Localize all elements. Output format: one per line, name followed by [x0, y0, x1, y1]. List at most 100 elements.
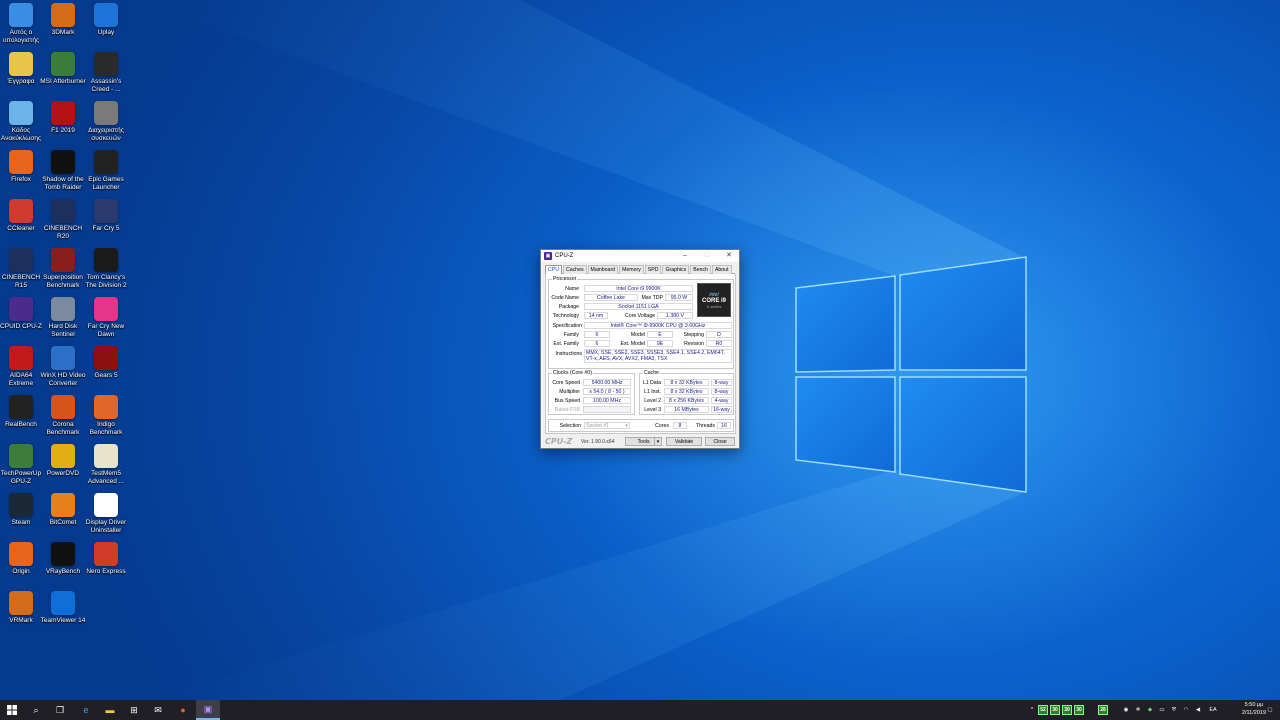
- desktop-icon-label: Hard Disk Sentinel: [48, 323, 78, 338]
- taskbar-mail[interactable]: ✉: [146, 700, 170, 720]
- tray-battery-icon[interactable]: ▭: [1158, 705, 1166, 715]
- desktop-icon[interactable]: Αυτός ο υπολογιστής: [0, 3, 44, 51]
- socket-select[interactable]: Socket #1 ▾: [584, 422, 630, 429]
- tray-sensor-value[interactable]: 30: [1074, 705, 1084, 715]
- taskbar-cpuz[interactable]: ▣: [196, 700, 220, 720]
- desktop-icon[interactable]: Assassin's Creed - ...: [83, 52, 129, 100]
- tray-sensor-value[interactable]: 28: [1098, 705, 1108, 715]
- desktop-icon[interactable]: Indigo Benchmark: [83, 395, 129, 443]
- desktop-icon[interactable]: WinX HD Video Converter: [40, 346, 86, 394]
- tab-cpu[interactable]: CPU: [545, 265, 562, 274]
- hard-disk-sentinel-icon: [51, 297, 75, 321]
- store-icon: ⊞: [130, 704, 138, 715]
- tray-nvidia-icon[interactable]: ◆: [1146, 705, 1154, 715]
- desktop-icon[interactable]: Epic Games Launcher: [83, 150, 129, 198]
- tray-sensor-value[interactable]: 30: [1062, 705, 1072, 715]
- tab-caches[interactable]: Caches: [562, 265, 587, 274]
- tab-about[interactable]: About: [711, 265, 732, 274]
- desktop-icon[interactable]: PowerDVD: [40, 444, 86, 492]
- desktop-icon[interactable]: Uplay: [83, 3, 129, 51]
- tray-sensor-value[interactable]: 30: [1050, 705, 1060, 715]
- desktop-icon[interactable]: Shadow of the Tomb Raider: [40, 150, 86, 198]
- taskbar-firefox[interactable]: ●: [171, 700, 195, 720]
- desktop-icon[interactable]: CPUID CPU-Z: [0, 297, 44, 345]
- desktop-icon[interactable]: Hard Disk Sentinel: [40, 297, 86, 345]
- maxtdp-value: 95.0 W: [665, 294, 693, 301]
- desktop-icon[interactable]: Έγγραφα: [0, 52, 44, 100]
- maximize-button[interactable]: □: [696, 250, 718, 262]
- desktop-icon[interactable]: Superposition Benchmark: [40, 248, 86, 296]
- tools-button[interactable]: Tools ▾: [625, 437, 662, 446]
- desktop-icon-label: VRayBench: [45, 568, 81, 575]
- desktop-icon[interactable]: Display Driver Uninstaller: [83, 493, 129, 541]
- minimize-button[interactable]: –: [674, 250, 696, 262]
- desktop-icon-label: Shadow of the Tomb Raider: [42, 176, 84, 191]
- taskbar-edge[interactable]: e: [74, 700, 98, 720]
- tray-sensor-value[interactable]: 52: [1038, 705, 1048, 715]
- desktop-icon[interactable]: F1 2019: [40, 101, 86, 149]
- start-button[interactable]: [0, 700, 24, 720]
- desktop-icon[interactable]: VRayBench: [40, 542, 86, 590]
- desktop-icon[interactable]: Origin: [0, 542, 44, 590]
- desktop-icon[interactable]: Far Cry New Dawn: [83, 297, 129, 345]
- desktop-icon[interactable]: Nero Express: [83, 542, 129, 590]
- l2-value: 8 x 256 KBytes: [664, 397, 709, 404]
- desktop-icon[interactable]: 3DMark: [40, 3, 86, 51]
- tray-volume-icon[interactable]: ◀: [1194, 705, 1202, 715]
- validate-button[interactable]: Validate: [666, 437, 702, 446]
- close-button[interactable]: Close: [705, 437, 735, 446]
- desktop-icon-label: AIDA64 Extreme: [8, 372, 34, 387]
- desktop-icon-label: CPUID CPU-Z: [0, 323, 42, 330]
- desktop-icon[interactable]: VRMark: [0, 591, 44, 639]
- revision-label: Revision: [684, 341, 704, 347]
- desktop-icon[interactable]: Tom Clancy's The Division 2: [83, 248, 129, 296]
- codename-value: Coffee Lake: [584, 294, 638, 301]
- notification-icon[interactable]: ▢: [1266, 705, 1274, 715]
- desktop-icon[interactable]: CINEBENCH R15: [0, 248, 44, 296]
- desktop-icon-label: RealBench: [5, 421, 37, 428]
- desktop-icon[interactable]: Firefox: [0, 150, 44, 198]
- desktop-icon[interactable]: BitComet: [40, 493, 86, 541]
- desktop-icon[interactable]: TeamViewer 14: [40, 591, 86, 639]
- tray-arrow-icon[interactable]: ^: [1028, 705, 1036, 715]
- desktop-icon[interactable]: TestMem5 Advanced ...: [83, 444, 129, 492]
- tab-spd[interactable]: SPD: [644, 265, 662, 274]
- cpuz-brand-logo: CPU-Z: [545, 437, 573, 446]
- cpuz-window[interactable]: ▣ CPU-Z – □ ✕ CPU Caches Mainboard Memory SP…: [540, 249, 740, 449]
- search-button[interactable]: ⌕: [24, 700, 48, 720]
- desktop-icon[interactable]: AIDA64 Extreme: [0, 346, 44, 394]
- tray-wifi-icon[interactable]: ◠: [1182, 705, 1190, 715]
- cpuz-titlebar[interactable]: ▣ CPU-Z – □ ✕: [541, 250, 739, 262]
- desktop-icon[interactable]: Διαχειριστής συσκευών: [83, 101, 129, 149]
- busspeed-label: Bus Speed: [554, 398, 580, 404]
- tab-graphics[interactable]: Graphics: [662, 265, 690, 274]
- tray-shield-icon[interactable]: ⛨: [1170, 705, 1178, 715]
- desktop-icon[interactable]: Steam: [0, 493, 44, 541]
- extmodel-value: 9E: [647, 340, 673, 347]
- tools-dropdown-icon[interactable]: ▾: [654, 438, 661, 446]
- tray-network-icon[interactable]: ◉: [1122, 705, 1130, 715]
- tab-memory[interactable]: Memory: [619, 265, 644, 274]
- tab-mainboard[interactable]: Mainboard: [587, 265, 619, 274]
- clock-time: 5:50 μμ: [1244, 702, 1264, 708]
- desktop-icon[interactable]: Gears 5: [83, 346, 129, 394]
- desktop-icon-label: TeamViewer 14: [40, 617, 86, 624]
- close-window-button[interactable]: ✕: [718, 250, 740, 262]
- desktop-icon[interactable]: Κάδος Ανακύκλωσης: [0, 101, 44, 149]
- taskbar-file-explorer[interactable]: ▬: [98, 700, 122, 720]
- tray-gear-icon[interactable]: ✲: [1134, 705, 1142, 715]
- desktop-icon[interactable]: TechPowerUp GPU-Z: [0, 444, 44, 492]
- desktop-icon[interactable]: MSI Afterburner: [40, 52, 86, 100]
- language-indicator[interactable]: EA: [1206, 705, 1220, 715]
- taskbar-clock[interactable]: 5:50 μμ 2/11/2019: [1242, 702, 1266, 717]
- multiplier-value: x 54.0 ( 8 - 50 ): [583, 388, 631, 395]
- desktop-icon[interactable]: RealBench: [0, 395, 44, 443]
- desktop-icon[interactable]: Far Cry 5: [83, 199, 129, 247]
- task-view-button[interactable]: ❐: [48, 700, 72, 720]
- tab-bench[interactable]: Bench: [690, 265, 711, 274]
- l3-value: 16 MBytes: [664, 406, 709, 413]
- taskbar-store[interactable]: ⊞: [122, 700, 146, 720]
- desktop-icon[interactable]: CCleaner: [0, 199, 44, 247]
- desktop-icon[interactable]: CINEBENCH R20: [40, 199, 86, 247]
- desktop-icon[interactable]: Corona Benchmark: [40, 395, 86, 443]
